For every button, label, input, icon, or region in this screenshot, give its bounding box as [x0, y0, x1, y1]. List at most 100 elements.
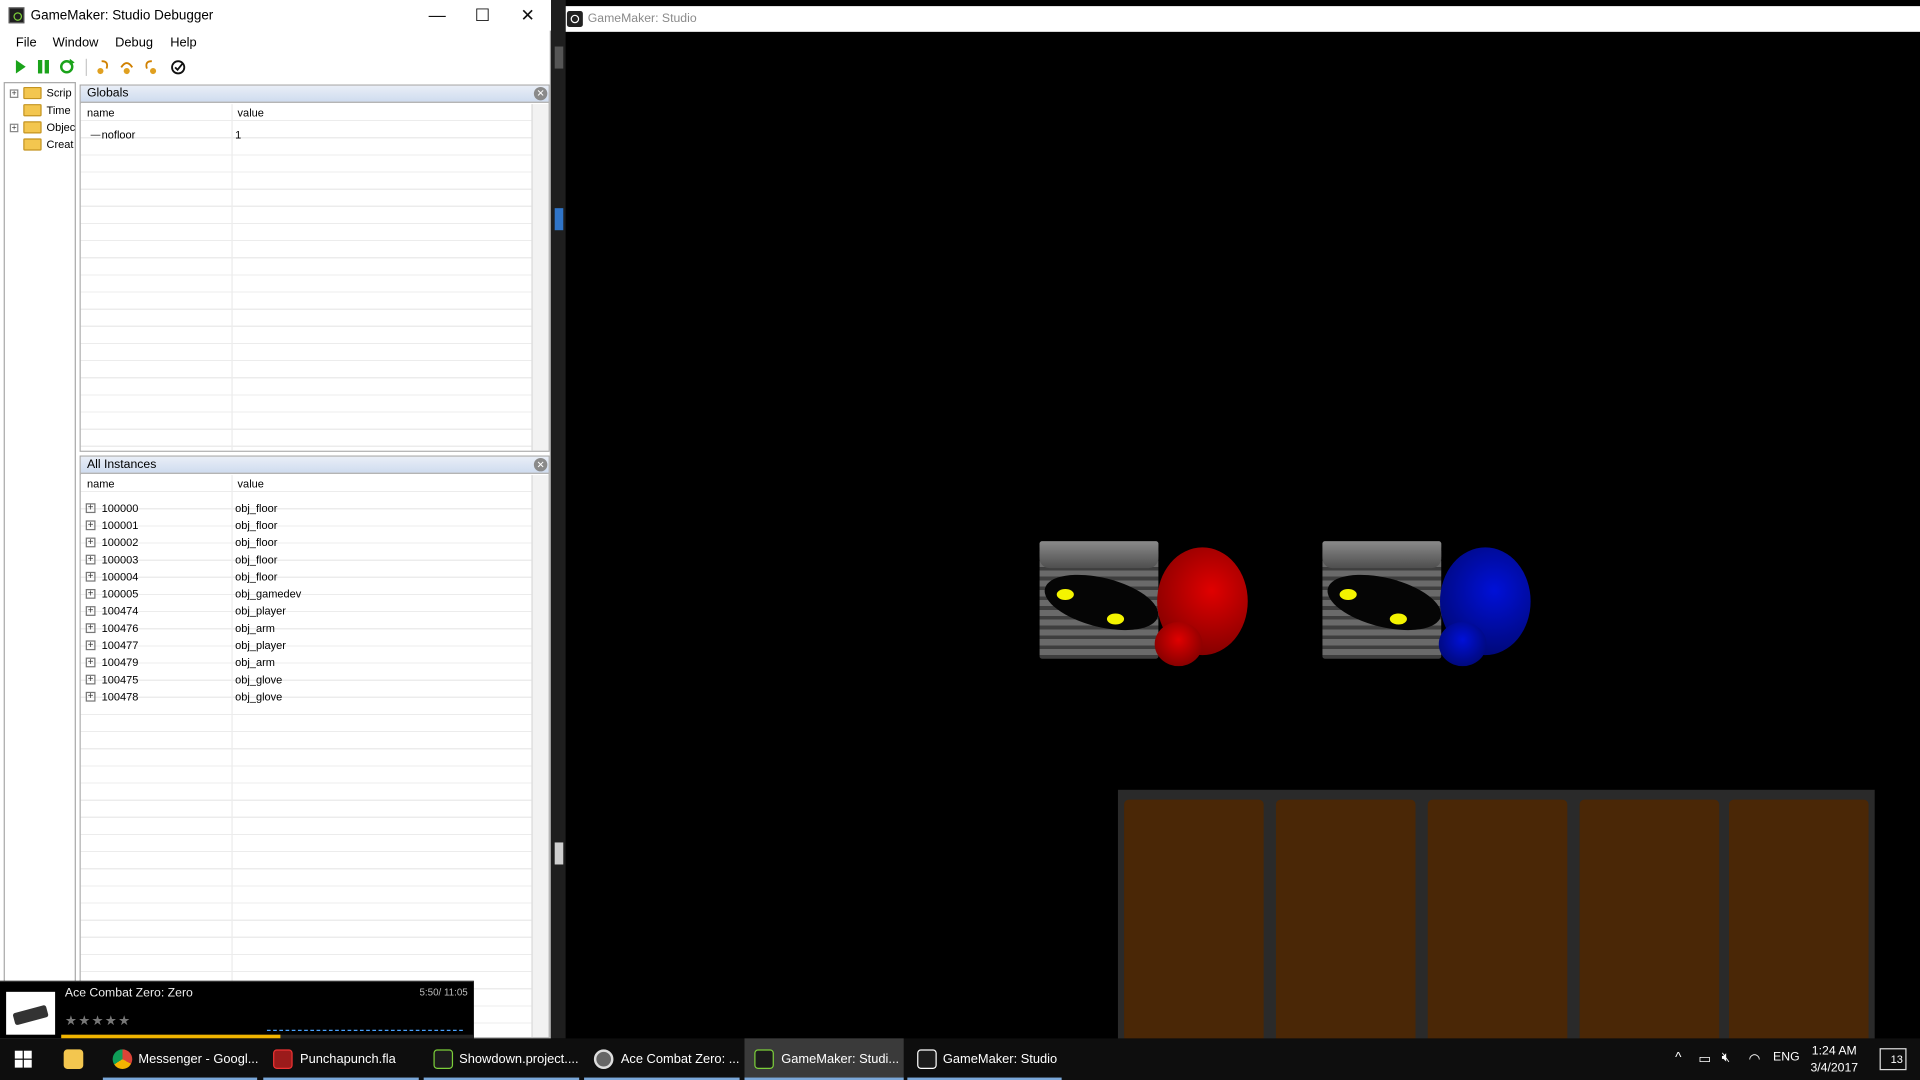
tree-item-time[interactable]: Time — [5, 103, 75, 120]
column-header-value[interactable]: value — [238, 478, 264, 490]
task-messenger[interactable]: Messenger - Googl... — [102, 1038, 258, 1080]
instance-row[interactable]: +100001 obj_floor — [81, 517, 532, 534]
minimize-button[interactable]: — — [420, 5, 454, 27]
gamemaker-logo-icon — [8, 7, 25, 24]
buffer-indicator — [266, 1029, 463, 1032]
folder-icon — [23, 121, 42, 134]
wifi-icon[interactable]: ◠ — [1749, 1051, 1761, 1067]
language-indicator[interactable]: ENG — [1773, 1051, 1800, 1064]
restart-icon[interactable] — [59, 58, 75, 75]
debugger-titlebar[interactable]: GameMaker: Studio Debugger — ☐ ✕ — [0, 0, 552, 31]
column-header-value[interactable]: value — [238, 107, 264, 119]
timer-icon[interactable] — [170, 59, 186, 75]
game-titlebar[interactable]: GameMaker: Studio — [565, 6, 1920, 32]
divider-mark — [554, 46, 564, 69]
tree-line — [90, 134, 101, 136]
instance-row[interactable]: +100005 obj_gamedev — [81, 585, 532, 602]
expand-icon[interactable]: + — [85, 588, 96, 599]
instance-row[interactable]: +100004 obj_floor — [81, 568, 532, 585]
expand-icon[interactable]: + — [85, 657, 96, 668]
expand-icon[interactable]: + — [85, 554, 96, 565]
task-showdown[interactable]: Showdown.project.... — [423, 1038, 580, 1080]
expand-icon[interactable]: + — [9, 89, 19, 98]
player-blue — [1321, 541, 1447, 659]
clock-date: 3/4/2017 — [1810, 1061, 1859, 1076]
play-icon[interactable] — [12, 59, 28, 75]
chrome-icon — [112, 1049, 133, 1069]
column-header-name[interactable]: name — [87, 478, 115, 490]
instance-row[interactable]: +100479 obj_arm — [81, 654, 532, 671]
globals-panel: Globals ✕ name value nofloor 1 — [79, 84, 550, 452]
instance-row[interactable]: +100003 obj_floor — [81, 551, 532, 568]
step-into-icon[interactable] — [96, 59, 112, 75]
file-explorer-button[interactable] — [54, 1038, 98, 1080]
media-player-toast[interactable]: Ace Combat Zero: Zero 5:50/ 11:05 ★★★★★ — [0, 980, 474, 1039]
maximize-button[interactable]: ☐ — [465, 5, 499, 27]
clock-time: 1:24 AM — [1811, 1044, 1857, 1058]
task-ace-combat[interactable]: Ace Combat Zero: ... — [584, 1038, 740, 1080]
gamemaker-icon — [754, 1049, 774, 1069]
clock[interactable]: 1:24 AM 3/4/2017 — [1807, 1043, 1861, 1077]
expand-icon[interactable]: + — [85, 606, 96, 616]
instances-panel: All Instances ✕ name value +100000 obj_fl… — [79, 455, 550, 1039]
instance-row[interactable]: +100478 obj_glove — [81, 688, 532, 705]
rating-stars[interactable]: ★★★★★ — [65, 1013, 132, 1029]
instance-row[interactable]: +100475 obj_glove — [81, 671, 532, 688]
battery-icon[interactable]: ▭ — [1698, 1051, 1711, 1067]
instance-row[interactable]: +100477 obj_player — [81, 637, 532, 654]
expand-icon[interactable]: + — [85, 674, 96, 685]
close-panel-icon[interactable]: ✕ — [533, 457, 548, 472]
expand-icon[interactable]: + — [85, 640, 96, 651]
resource-tree[interactable]: + Scrip Time + Objec Creat — [3, 82, 76, 1016]
globals-scrollbar[interactable] — [531, 104, 549, 451]
task-gamemaker-studio[interactable]: GameMaker: Studio — [907, 1038, 1062, 1080]
instance-row[interactable]: +100476 obj_arm — [81, 620, 532, 637]
pause-icon[interactable] — [36, 59, 52, 75]
robot-eye — [1106, 613, 1125, 625]
instance-row[interactable]: +100000 obj_floor — [81, 500, 532, 517]
floor-plank — [1427, 799, 1568, 1045]
instances-grid[interactable]: name value +100000 obj_floor +100001 obj_f… — [80, 475, 532, 1038]
close-panel-icon[interactable]: ✕ — [533, 86, 548, 101]
expand-icon[interactable]: + — [85, 503, 96, 514]
instances-scrollbar[interactable] — [531, 475, 549, 1038]
volume-muted-icon[interactable]: 🔇︎ — [1722, 1051, 1730, 1067]
step-out-icon[interactable] — [142, 59, 158, 75]
show-hidden-icons-icon[interactable]: ^ — [1675, 1051, 1681, 1066]
robot-eye — [1389, 613, 1407, 625]
menu-file[interactable]: File — [16, 36, 37, 51]
instance-row[interactable]: +100002 obj_floor — [81, 534, 532, 551]
start-button[interactable] — [0, 1038, 49, 1080]
expand-icon[interactable]: + — [85, 537, 96, 548]
action-center-icon[interactable]: 13 — [1879, 1048, 1907, 1071]
expand-icon[interactable]: + — [85, 691, 96, 702]
menu-debug[interactable]: Debug — [115, 36, 153, 51]
expand-icon[interactable]: + — [9, 123, 19, 133]
expand-icon[interactable]: + — [85, 520, 96, 531]
tree-item-scripts[interactable]: + Scrip — [5, 86, 75, 103]
close-button[interactable]: ✕ — [511, 5, 545, 27]
menu-window[interactable]: Window — [53, 36, 99, 51]
column-header-name[interactable]: name — [87, 107, 115, 119]
column-divider — [231, 104, 233, 451]
menu-help[interactable]: Help — [170, 36, 196, 51]
album-art — [6, 991, 56, 1035]
step-over-icon[interactable] — [119, 59, 135, 75]
folder-icon — [23, 138, 42, 151]
instances-title: All Instances — [86, 457, 157, 472]
robot-visor — [1321, 564, 1447, 641]
gamemaker-icon — [433, 1049, 454, 1069]
globals-grid[interactable]: name value nofloor 1 — [80, 104, 532, 451]
task-gamemaker-debugger[interactable]: GameMaker: Studi... — [744, 1038, 904, 1080]
instance-row[interactable]: +100474 obj_player — [81, 602, 532, 619]
tree-item-objects[interactable]: + Objec — [5, 120, 75, 137]
globals-row[interactable]: nofloor 1 — [81, 126, 532, 143]
task-punchapunch[interactable]: Punchapunch.fla — [263, 1038, 419, 1080]
tree-item-creation[interactable]: Creat — [5, 137, 75, 154]
glove-blue-small — [1438, 622, 1487, 667]
robot-eye — [1339, 588, 1357, 601]
floor-plank — [1728, 799, 1869, 1045]
game-title: GameMaker: Studio — [587, 12, 697, 26]
expand-icon[interactable]: + — [85, 571, 96, 582]
expand-icon[interactable]: + — [85, 623, 96, 634]
